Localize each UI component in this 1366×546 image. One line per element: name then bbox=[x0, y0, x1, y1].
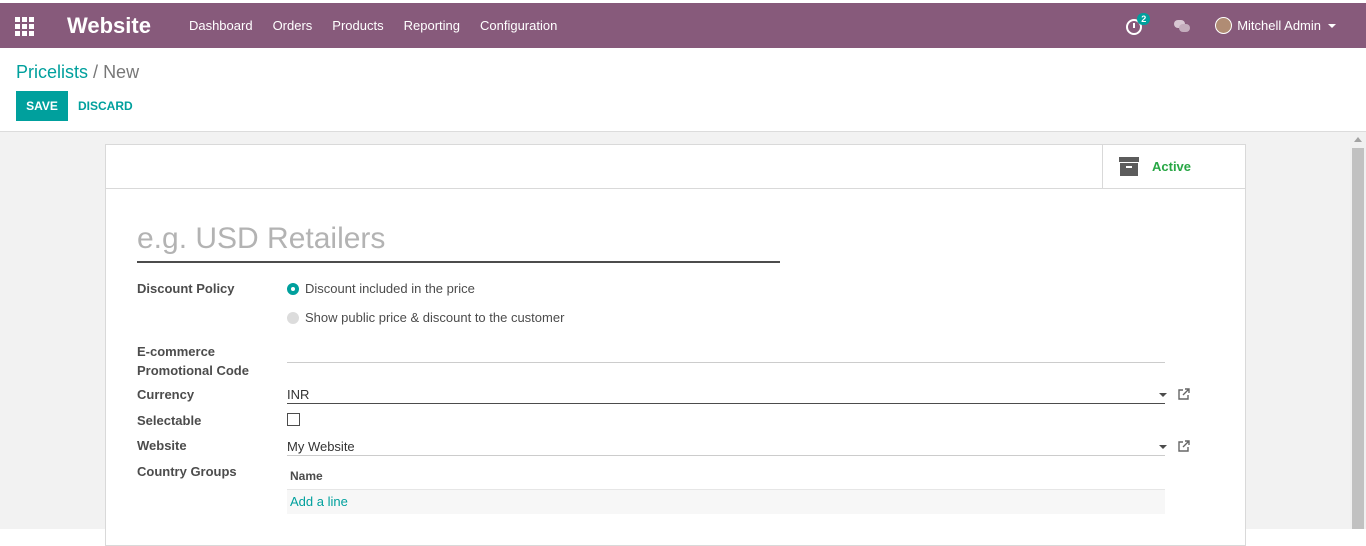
save-button[interactable]: SAVE bbox=[16, 91, 68, 121]
country-groups-label: Country Groups bbox=[137, 464, 237, 479]
scroll-up-icon[interactable] bbox=[1354, 137, 1362, 142]
menu-products[interactable]: Products bbox=[322, 18, 393, 33]
active-toggle-button[interactable]: Active bbox=[1102, 145, 1245, 188]
form-sheet: Active Discount Policy Discount included… bbox=[105, 144, 1246, 546]
breadcrumb-current: New bbox=[103, 62, 140, 82]
radio-show-public-price[interactable]: Show public price & discount to the cust… bbox=[287, 310, 564, 325]
top-navbar: Website Dashboard Orders Products Report… bbox=[0, 3, 1366, 48]
selectable-checkbox[interactable] bbox=[287, 413, 300, 426]
button-box: Active bbox=[106, 145, 1245, 189]
chevron-down-icon[interactable] bbox=[1159, 445, 1167, 449]
menu-orders[interactable]: Orders bbox=[263, 18, 323, 33]
breadcrumb-pricelists[interactable]: Pricelists bbox=[16, 62, 88, 82]
avatar bbox=[1215, 17, 1233, 34]
menu-configuration[interactable]: Configuration bbox=[470, 18, 567, 33]
user-menu[interactable]: Mitchell Admin bbox=[1215, 17, 1336, 34]
website-select[interactable] bbox=[287, 437, 1165, 456]
breadcrumb: Pricelists / New bbox=[16, 62, 139, 83]
pricelist-name-input[interactable] bbox=[137, 216, 780, 263]
currency-value: INR bbox=[287, 387, 310, 402]
active-label: Active bbox=[1152, 159, 1192, 174]
control-panel: Pricelists / New SAVE DISCARD bbox=[0, 48, 1366, 132]
radio-selected-icon bbox=[287, 282, 299, 295]
promo-code-label-line1: E-commerce bbox=[137, 344, 216, 359]
website-value: My Website bbox=[287, 439, 355, 454]
activity-badge: 2 bbox=[1137, 12, 1151, 25]
discard-button[interactable]: DISCARD bbox=[72, 91, 139, 121]
website-label: Website bbox=[137, 438, 187, 453]
add-line-link[interactable]: Add a line bbox=[290, 494, 348, 509]
radio-unselected-icon bbox=[287, 311, 299, 324]
country-groups-table: Name Add a line bbox=[287, 463, 1165, 514]
promo-code-label-line2: Promotional Code bbox=[137, 363, 249, 378]
menu-reporting[interactable]: Reporting bbox=[394, 18, 470, 33]
radio-option-label: Discount included in the price bbox=[305, 281, 475, 296]
menu-dashboard[interactable]: Dashboard bbox=[179, 18, 263, 33]
archive-icon bbox=[1119, 156, 1139, 177]
currency-label: Currency bbox=[137, 387, 195, 402]
form-view: Active Discount Policy Discount included… bbox=[0, 132, 1350, 546]
chevron-down-icon[interactable] bbox=[1159, 393, 1167, 397]
currency-select[interactable] bbox=[287, 385, 1165, 404]
navbar-systray: 2 Mitchell Admin bbox=[1126, 12, 1336, 35]
app-name[interactable]: Website bbox=[67, 13, 151, 39]
breadcrumb-separator: / bbox=[93, 62, 99, 82]
radio-discount-included[interactable]: Discount included in the price bbox=[287, 281, 475, 296]
discount-policy-label: Discount Policy bbox=[137, 281, 235, 296]
table-row: Add a line bbox=[287, 490, 1165, 514]
promo-code-input[interactable] bbox=[287, 343, 1165, 363]
scrollbar-thumb[interactable] bbox=[1352, 148, 1364, 529]
main-menu: Dashboard Orders Products Reporting Conf… bbox=[179, 18, 567, 33]
activity-clock-icon[interactable]: 2 bbox=[1126, 12, 1151, 35]
radio-option-label: Show public price & discount to the cust… bbox=[305, 310, 565, 325]
scrollbar[interactable] bbox=[1350, 132, 1366, 529]
external-link-icon[interactable] bbox=[1178, 440, 1190, 452]
chat-icon[interactable] bbox=[1174, 19, 1191, 32]
selectable-label: Selectable bbox=[137, 413, 202, 428]
user-name: Mitchell Admin bbox=[1237, 18, 1321, 33]
chevron-down-icon bbox=[1328, 23, 1336, 28]
column-header-name[interactable]: Name bbox=[287, 463, 1165, 490]
apps-icon[interactable] bbox=[15, 16, 37, 36]
external-link-icon[interactable] bbox=[1178, 388, 1190, 400]
